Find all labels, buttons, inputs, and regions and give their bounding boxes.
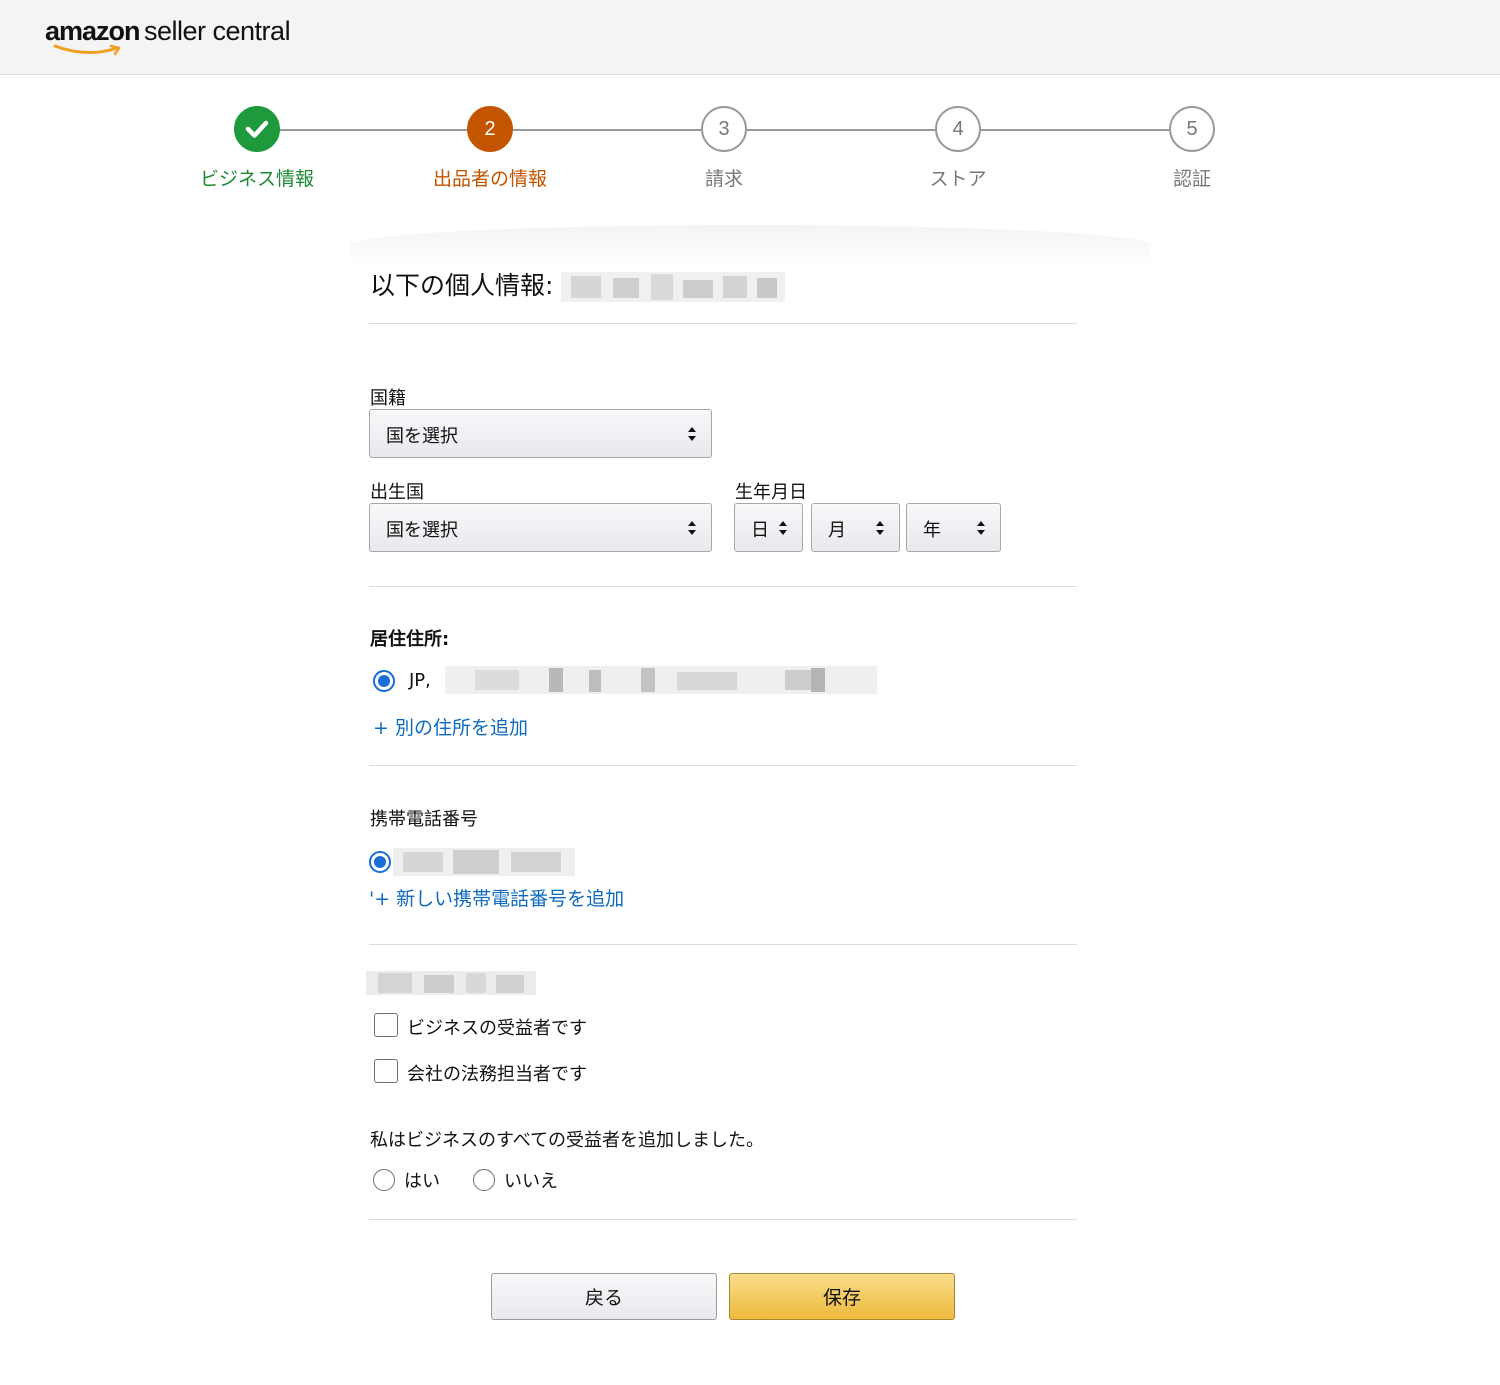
step-label: ビジネス情報 (199, 168, 314, 190)
birth-month-select[interactable]: 月 (811, 503, 900, 552)
divider (369, 586, 1077, 587)
save-button[interactable]: 保存 (729, 1273, 955, 1320)
divider (369, 765, 1077, 766)
no-radio[interactable] (473, 1169, 495, 1191)
phone-radio[interactable] (369, 851, 391, 873)
yes-radio[interactable] (373, 1169, 395, 1191)
step-number: 4 (935, 106, 981, 152)
no-radio-label: いいえ (504, 1171, 558, 1192)
step-verification: 5 認証 (1112, 100, 1272, 191)
beneficiary-checkbox[interactable] (374, 1013, 398, 1037)
birth-country-select[interactable]: 国を選択 (369, 503, 712, 552)
step-billing: 3 請求 (644, 100, 804, 191)
page-title: 以下の個人情報: (370, 271, 554, 300)
divider (369, 1219, 1077, 1220)
select-arrows-icon (977, 521, 985, 535)
redacted-section-label (366, 971, 536, 995)
checkmark-icon (234, 106, 280, 152)
back-button[interactable]: 戻る (491, 1273, 717, 1320)
select-arrows-icon (779, 521, 787, 535)
registration-stepper: ビジネス情報 2 出品者の情報 3 請求 4 ストア 5 認証 (0, 100, 1500, 200)
step-number: 5 (1169, 106, 1215, 152)
redacted-phone (393, 848, 575, 876)
step-number: 3 (701, 106, 747, 152)
birth-country-value: 国を選択 (386, 520, 458, 541)
logo-seller-central-text: seller central (144, 16, 291, 46)
birth-day-select[interactable]: 日 (734, 503, 803, 552)
divider (369, 323, 1077, 324)
address-prefix: JP, (409, 670, 431, 691)
redacted-name (561, 272, 785, 302)
nationality-value: 国を選択 (386, 426, 458, 447)
all-beneficiaries-question: 私はビジネスのすべての受益者を追加しました。 (370, 1130, 765, 1151)
birth-year-select[interactable]: 年 (906, 503, 1001, 552)
step-label: 認証 (1172, 168, 1211, 190)
step-label: 請求 (704, 168, 743, 190)
legal-rep-checkbox-label: 会社の法務担当者です (407, 1064, 587, 1085)
amazon-smile-icon (53, 44, 121, 56)
birthdate-label: 生年月日 (735, 482, 807, 503)
beneficiary-checkbox-label: ビジネスの受益者です (407, 1018, 587, 1039)
birth-day-value: 日 (751, 520, 769, 541)
logo-amazon-text: amazon (45, 16, 141, 46)
step-store: 4 ストア (878, 100, 1038, 191)
yes-radio-label: はい (404, 1171, 440, 1192)
section-shadow (350, 225, 1150, 265)
add-phone-link[interactable]: '+ 新しい携帯電話番号を追加 (369, 884, 624, 911)
step-label: 出品者の情報 (432, 168, 547, 190)
step-business-info: ビジネス情報 (177, 100, 337, 191)
address-label: 居住住所: (370, 629, 450, 650)
birth-country-label: 出生国 (370, 482, 424, 503)
top-header: amazon seller central (0, 0, 1500, 75)
select-arrows-icon (688, 521, 696, 535)
select-arrows-icon (876, 521, 884, 535)
nationality-select[interactable]: 国を選択 (369, 409, 712, 458)
redacted-address (445, 666, 877, 694)
divider (369, 944, 1077, 945)
select-arrows-icon (688, 427, 696, 441)
legal-rep-checkbox[interactable] (374, 1059, 398, 1083)
address-radio[interactable] (373, 670, 395, 692)
birth-year-value: 年 (923, 520, 941, 541)
step-label: ストア (929, 168, 987, 190)
birth-month-value: 月 (828, 520, 846, 541)
add-address-link[interactable]: + 別の住所を追加 (373, 713, 528, 740)
step-seller-info: 2 出品者の情報 (410, 100, 570, 191)
nationality-label: 国籍 (370, 388, 406, 409)
step-number: 2 (467, 106, 513, 152)
mobile-phone-label: 携帯電話番号 (370, 809, 478, 830)
